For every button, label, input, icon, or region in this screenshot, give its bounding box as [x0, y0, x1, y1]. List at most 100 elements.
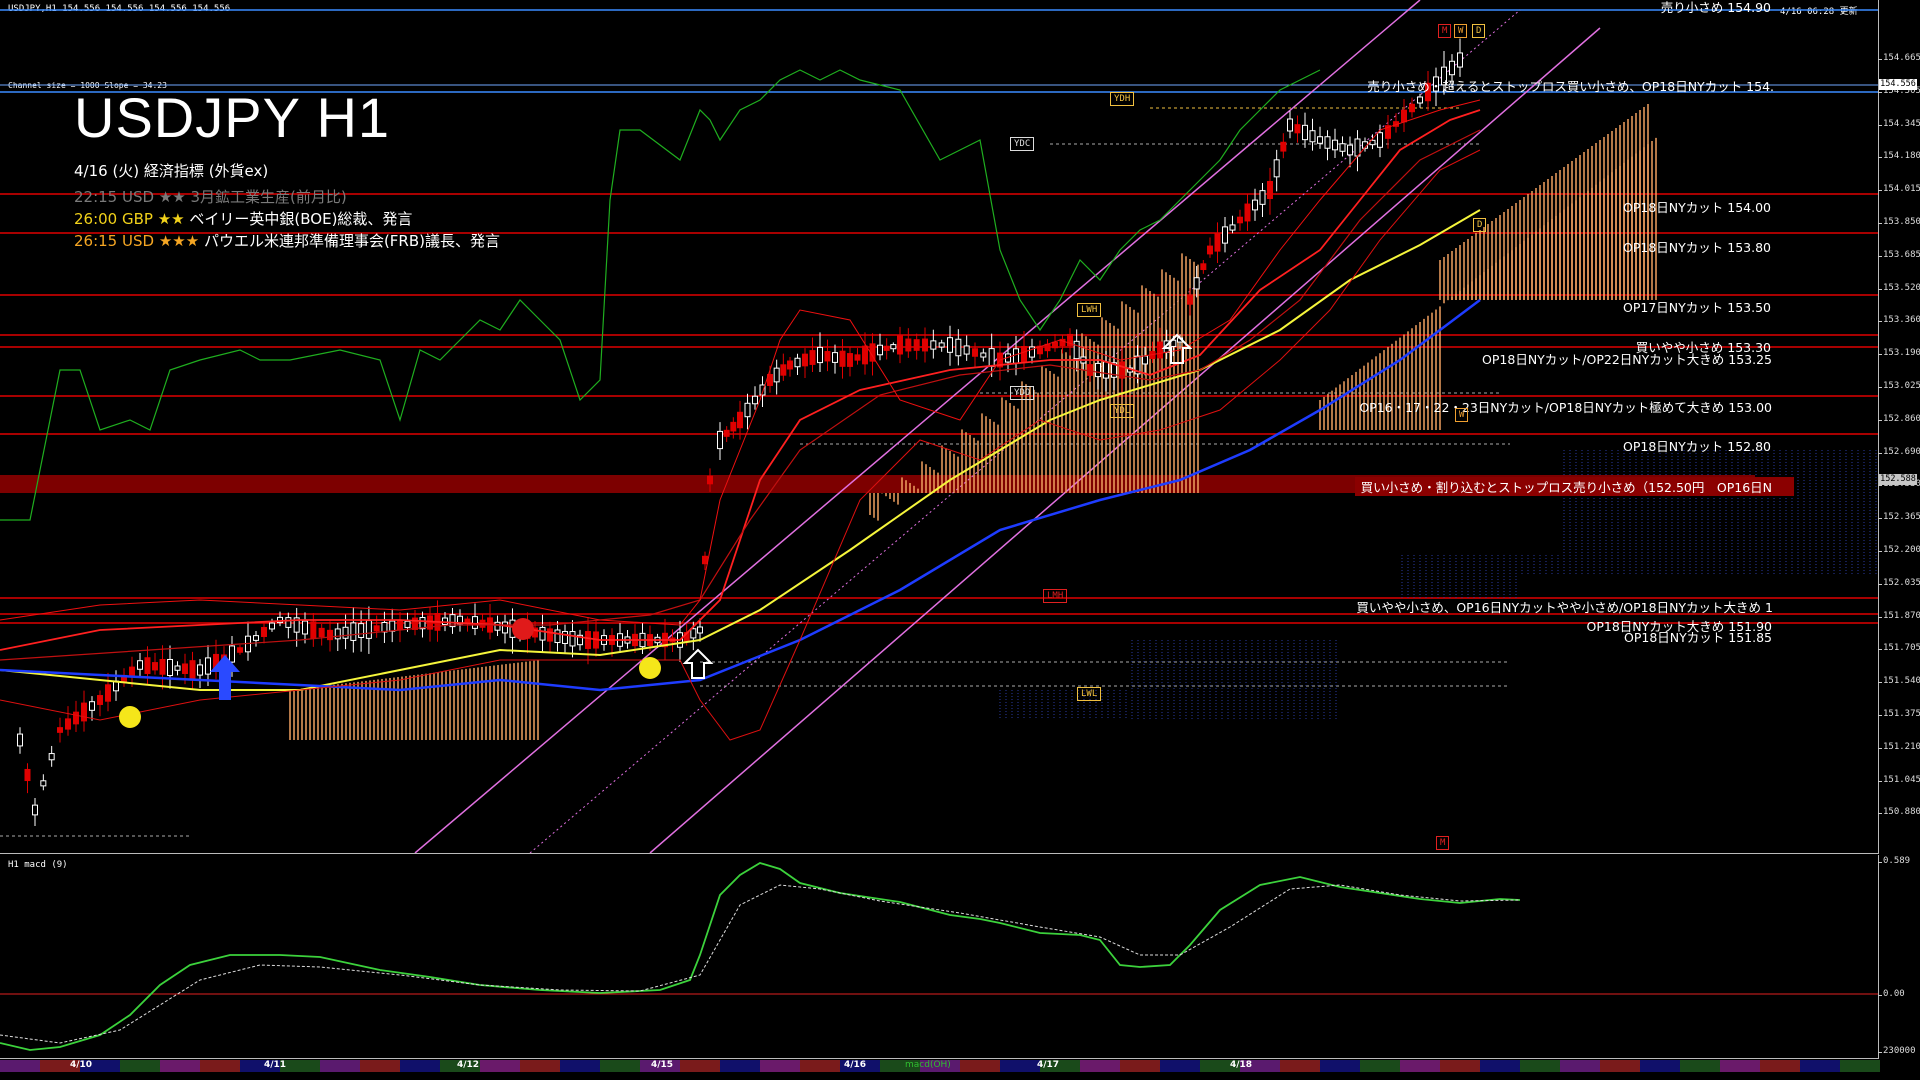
date-label: 4/16	[844, 1060, 867, 1070]
candle-body	[32, 804, 38, 816]
date-axis-segment	[1400, 1060, 1440, 1072]
price-axis-label: 151.045	[1878, 774, 1920, 785]
price-axis-label: 151.540	[1878, 676, 1920, 687]
candle-body	[1457, 52, 1463, 68]
m-tag: M	[1438, 24, 1452, 38]
date-axis-segment	[400, 1060, 440, 1072]
current-price-box: 154.556	[1879, 79, 1917, 90]
price-axis[interactable]: 154.665 154.505 154.345 154.180 154.015 153.8…	[1878, 0, 1920, 853]
date-label: 4/11	[264, 1060, 287, 1070]
candle-body	[854, 354, 861, 361]
candle-body	[1309, 130, 1316, 143]
level-label: OP18日NYカット 153.80	[1623, 240, 1771, 255]
macd-chart[interactable]	[0, 855, 1878, 1058]
candle-body	[802, 353, 808, 367]
candle-body	[502, 621, 508, 634]
candle-body	[1095, 362, 1101, 378]
level-label: 買い小さめ・割り込むとストップロス売り小さめ（152.50円 OP16日N	[1354, 477, 1794, 496]
price-axis-label: 151.375	[1878, 709, 1920, 719]
channel-lower	[649, 27, 1601, 853]
price-axis-label: 152.690	[1878, 446, 1920, 457]
event-stars: ★★	[158, 188, 191, 206]
candle-body	[189, 660, 196, 679]
d-tag-right: D	[1473, 218, 1487, 232]
candle-body	[1103, 361, 1109, 379]
w-tag: W	[1454, 24, 1468, 38]
date-axis-segment	[760, 1060, 800, 1072]
candle-body	[562, 631, 568, 644]
date-axis-segment	[1480, 1060, 1520, 1072]
date-axis-segment	[1520, 1060, 1560, 1072]
candle-body	[1052, 341, 1058, 349]
level-label: OP18日NYカット 151.85	[1624, 630, 1772, 645]
event-stars: ★★	[157, 210, 190, 228]
price-axis-label: 153.190	[1878, 348, 1920, 359]
candle-body	[105, 684, 111, 702]
event-description: ベイリー英中銀(BOE)総裁、発言	[189, 210, 413, 228]
candle-body	[955, 338, 962, 357]
date-axis-segment	[1640, 1060, 1680, 1072]
candle-body	[883, 345, 890, 351]
candle-body	[1324, 136, 1331, 149]
price-axis-label: 154.345	[1878, 118, 1920, 129]
date-axis[interactable]: 4/10 4/11 4/12 4/15 4/16 4/17 4/18 macd(OH)	[0, 1060, 1880, 1072]
candle-body	[1347, 144, 1353, 156]
candle-body	[723, 429, 730, 437]
date-axis-segment	[600, 1060, 640, 1072]
candle-body	[972, 348, 978, 357]
event-item: 26:15 USD ★★★ パウエル米連邦準備理事会(FRB)議長、発言	[74, 230, 500, 251]
date-axis-segment	[1280, 1060, 1320, 1072]
candle-body	[737, 411, 743, 429]
candle-body	[1401, 109, 1407, 123]
candle-body	[922, 338, 928, 352]
level-label: OP18日NYカット 152.80	[1623, 439, 1771, 454]
candle-body	[17, 733, 23, 747]
ydl-tag: YDL	[1110, 404, 1135, 418]
candle-body	[1207, 245, 1213, 255]
candle-body	[442, 617, 448, 625]
macd-axis-label: 0.589	[1877, 856, 1911, 866]
candle-body	[697, 626, 703, 634]
candle-body	[73, 711, 79, 725]
candle-body	[472, 616, 478, 629]
red-signal-dot	[512, 618, 534, 640]
candle-body	[40, 780, 47, 787]
candle-body	[1317, 136, 1323, 144]
candle-body	[1229, 224, 1236, 231]
chart-title: USDJPY H1	[74, 86, 391, 149]
date-axis-segment	[1720, 1060, 1760, 1072]
candle-body	[963, 345, 970, 355]
date-axis-segment	[1120, 1060, 1160, 1072]
candle-body	[988, 348, 995, 367]
candle-body	[205, 657, 211, 675]
candle-body	[1157, 341, 1163, 359]
candle-body	[1073, 340, 1080, 360]
candle-body	[285, 617, 292, 628]
macd-axis[interactable]: 0.589 0.00 230000	[1877, 855, 1920, 1058]
candle-body	[794, 357, 801, 368]
candle-body	[1287, 118, 1293, 132]
date-axis-segment	[560, 1060, 600, 1072]
candle-body	[980, 352, 987, 358]
candle-body	[159, 659, 166, 675]
candle-body	[1273, 159, 1280, 178]
candle-body	[1200, 263, 1207, 271]
date-label: 4/10	[70, 1060, 93, 1070]
w-tag-right: W	[1455, 408, 1469, 422]
candle-body	[89, 701, 95, 711]
candle-body	[817, 346, 823, 364]
price-axis-label: 151.210	[1878, 741, 1920, 752]
level-label: 売り小さめ・超えるとストップロス買い小さめ、OP18日NYカット 154.	[1367, 79, 1774, 94]
event-item: 26:00 GBP ★★ ベイリー英中銀(BOE)総裁、発言	[74, 208, 412, 229]
candle-body	[389, 620, 396, 632]
event-currency: USD	[122, 188, 159, 206]
macd-pane[interactable]	[0, 855, 1879, 1059]
candle-body	[730, 421, 737, 432]
candle-body	[1259, 190, 1266, 205]
trading-chart-window: USDJPY,H1 154.556 154.556 154.556 154.55…	[0, 0, 1920, 1080]
candle-body	[717, 430, 723, 450]
price-axis-label: 151.705	[1878, 643, 1920, 654]
candle-body	[48, 753, 55, 761]
candle-body	[318, 627, 325, 638]
candle-body	[1087, 364, 1093, 376]
